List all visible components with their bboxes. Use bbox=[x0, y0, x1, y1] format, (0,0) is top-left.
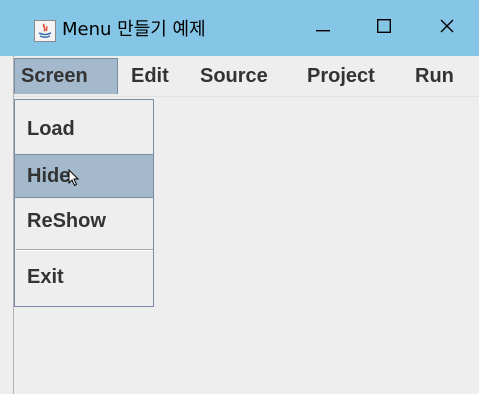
screen-dropdown-menu: Load Hide ReShow Exit bbox=[14, 99, 154, 307]
minimize-button[interactable] bbox=[299, 8, 347, 48]
mouse-pointer-icon bbox=[68, 168, 80, 192]
title-bar[interactable]: Menu 만들기 예제 bbox=[0, 0, 479, 56]
close-button[interactable] bbox=[423, 8, 471, 48]
menu-screen[interactable]: Screen bbox=[14, 58, 118, 94]
menu-item-hide[interactable]: Hide bbox=[15, 154, 153, 198]
menu-item-reshow[interactable]: ReShow bbox=[15, 198, 153, 248]
menu-edit[interactable]: Edit bbox=[125, 58, 175, 94]
menu-run[interactable]: Run bbox=[409, 58, 460, 94]
menu-item-load[interactable]: Load bbox=[15, 104, 153, 154]
app-window: Menu 만들기 예제 Screen Edit Source Project R… bbox=[0, 0, 479, 394]
menu-separator bbox=[16, 249, 153, 251]
maximize-button[interactable] bbox=[360, 8, 408, 48]
close-icon bbox=[440, 19, 454, 38]
window-title: Menu 만들기 예제 bbox=[62, 19, 206, 40]
maximize-icon bbox=[376, 18, 392, 38]
java-icon bbox=[34, 20, 56, 42]
menu-item-exit[interactable]: Exit bbox=[15, 252, 153, 302]
minimize-icon bbox=[316, 19, 330, 37]
menu-project[interactable]: Project bbox=[301, 58, 381, 94]
menu-source[interactable]: Source bbox=[194, 58, 274, 94]
menu-bar: Screen Edit Source Project Run bbox=[14, 56, 479, 97]
